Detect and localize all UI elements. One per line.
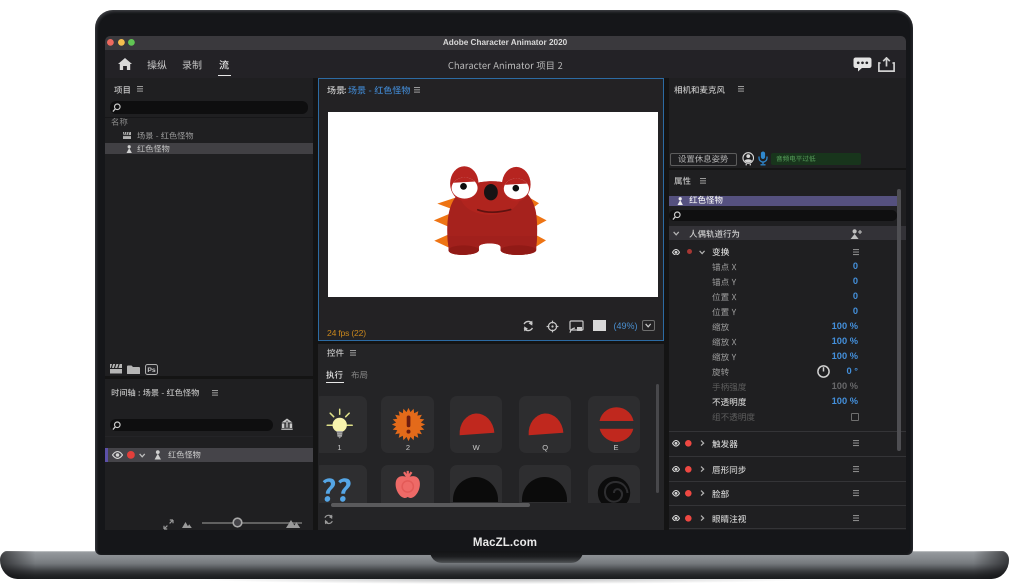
svg-text:Ps: Ps [147, 367, 156, 374]
